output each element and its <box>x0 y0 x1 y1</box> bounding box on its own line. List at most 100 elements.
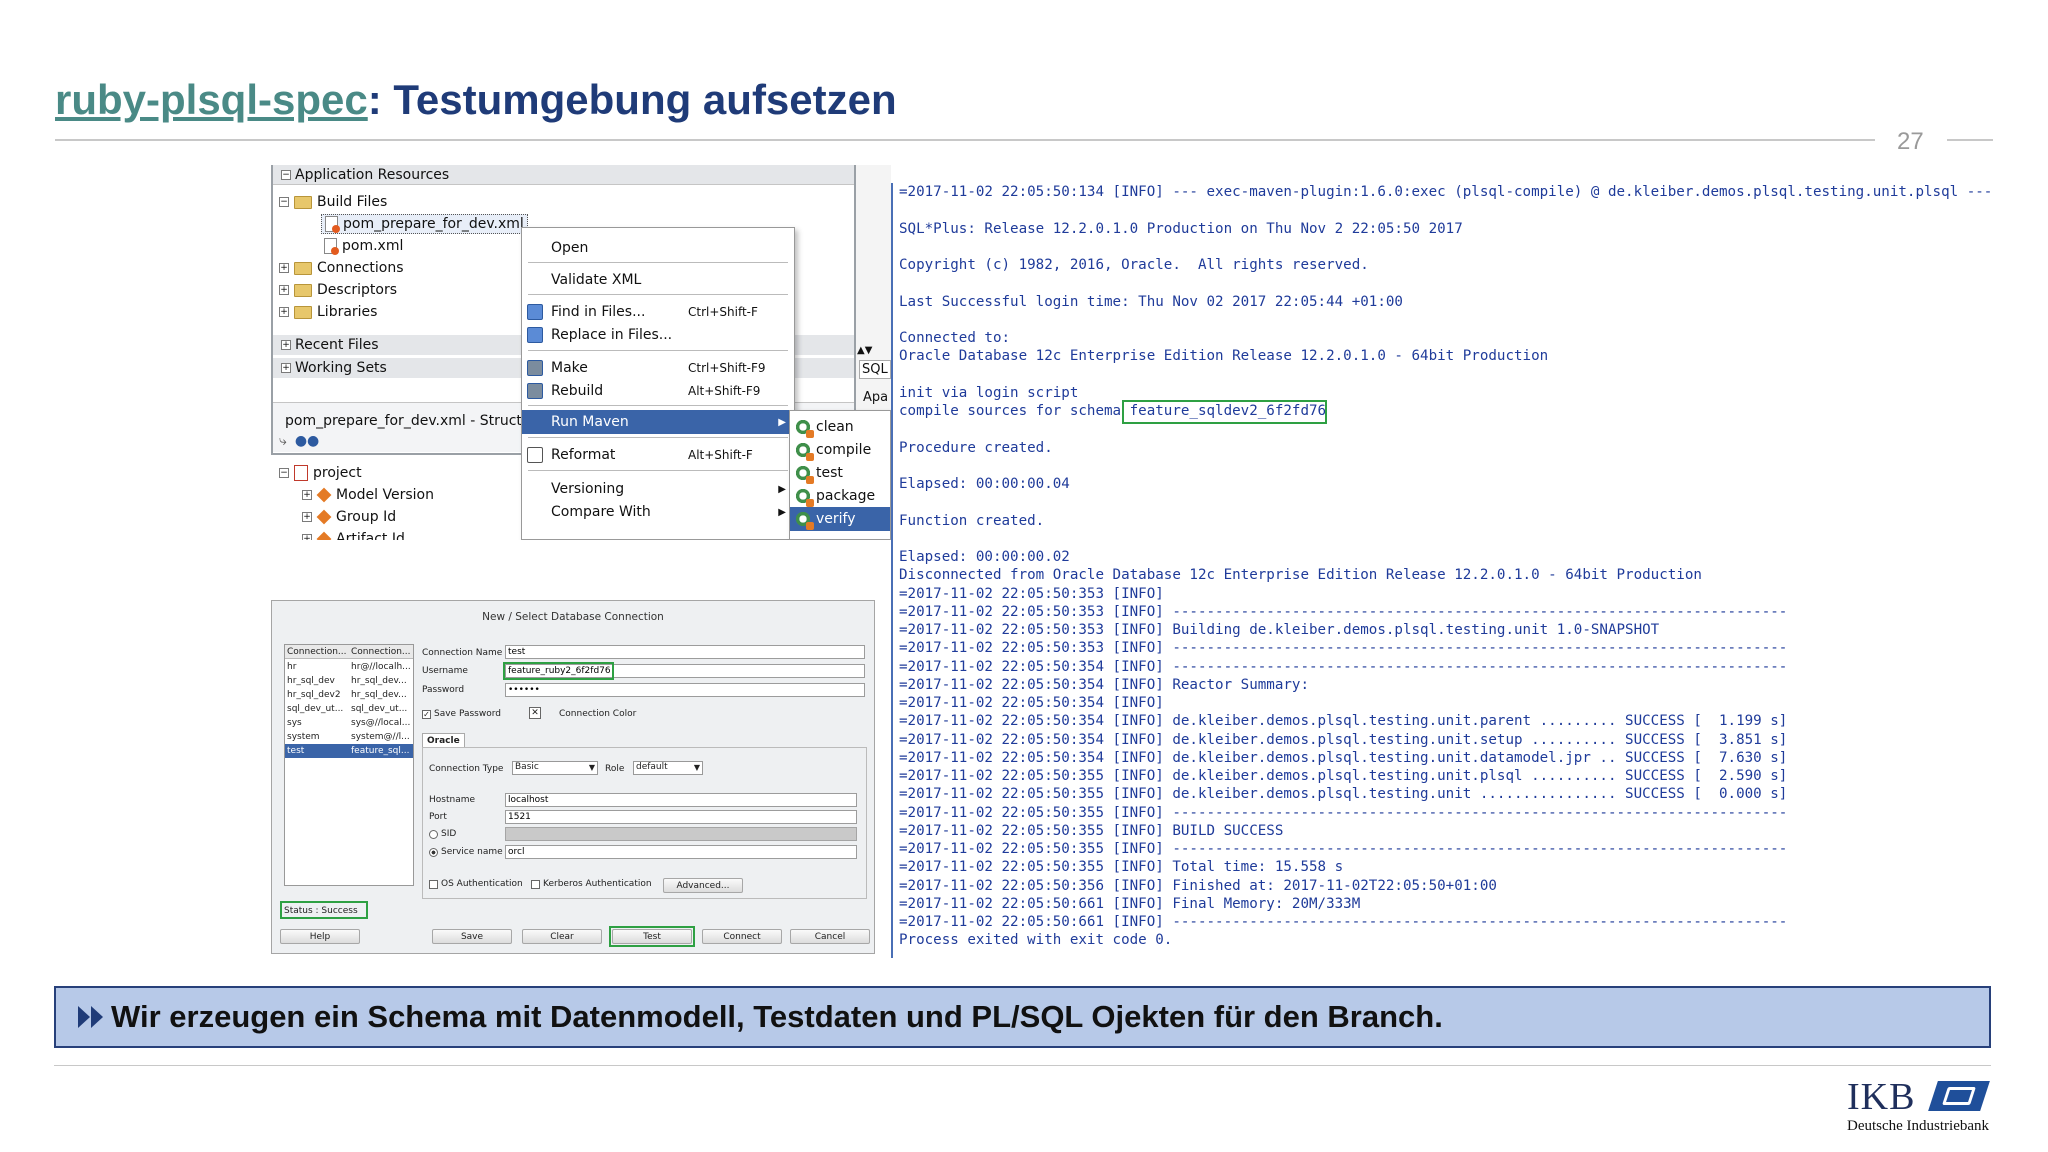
tree-artifact-id[interactable]: + Artifact Id <box>302 529 405 540</box>
menu-separator <box>528 405 788 406</box>
app-resources-header[interactable]: − Application Resources <box>273 165 860 185</box>
connection-row[interactable]: sys sys@//local... <box>285 716 413 730</box>
tree-build-files[interactable]: − Build Files <box>279 192 387 212</box>
expand-icon[interactable]: + <box>302 490 312 500</box>
menu-make[interactable]: Make Ctrl+Shift-F9 <box>522 356 794 380</box>
menu-validate-xml[interactable]: Validate XML <box>522 268 794 292</box>
menu-versioning[interactable]: Versioning ▶ <box>522 477 794 501</box>
menu-compare-with[interactable]: Compare With ▶ <box>522 500 794 524</box>
connection-string-cell: feature_sql... <box>351 746 410 756</box>
col-header-name[interactable]: Connection... <box>287 647 347 657</box>
expand-icon[interactable]: + <box>302 512 312 522</box>
console-line: Connected to: <box>899 330 1011 346</box>
side-scroll-arrows[interactable]: ▲▼ <box>857 345 872 356</box>
tab-oracle-label: Oracle <box>427 736 460 746</box>
console-line: =2017-11-02 22:05:50:353 [INFO] Building… <box>899 622 1660 638</box>
side-tab-apa[interactable]: Apa <box>863 390 888 405</box>
expand-icon[interactable]: + <box>279 307 289 317</box>
menu-versioning-label: Versioning <box>551 481 625 497</box>
menu-replace-label: Replace in Files... <box>551 327 673 343</box>
hostname-field[interactable] <box>505 793 857 807</box>
kerberos-checkbox[interactable]: Kerberos Authentication <box>531 879 652 889</box>
service-name-radio[interactable]: Service name <box>429 847 503 857</box>
expand-icon[interactable]: + <box>281 363 291 373</box>
submenu-arrow-icon: ▶ <box>778 483 786 495</box>
connection-list-header: Connection... Connection... <box>285 645 413 659</box>
menu-rebuild[interactable]: Rebuild Alt+Shift-F9 <box>522 379 794 403</box>
menu-separator <box>528 294 788 295</box>
app-resources-label: Application Resources <box>295 166 450 183</box>
color-picker-icon[interactable]: ✕ <box>529 707 541 719</box>
tab-oracle[interactable]: Oracle <box>422 733 465 748</box>
maven-test[interactable]: test <box>790 461 890 485</box>
connect-button[interactable]: Connect <box>702 929 782 944</box>
advanced-button[interactable]: Advanced... <box>663 878 743 893</box>
collapse-icon[interactable]: − <box>279 468 289 478</box>
connection-row[interactable]: sql_dev_ut... sql_dev_ut... <box>285 702 413 716</box>
role-select[interactable]: default ▼ <box>633 761 703 775</box>
expand-icon[interactable]: + <box>279 285 289 295</box>
conn-type-label: Connection Type <box>429 764 504 774</box>
service-name-field[interactable] <box>505 845 857 859</box>
menu-replace-in-files[interactable]: Replace in Files... <box>522 323 794 347</box>
tree-descriptors[interactable]: + Descriptors <box>279 280 397 300</box>
sid-radio[interactable]: SID <box>429 829 456 839</box>
collapse-icon[interactable]: − <box>281 169 291 180</box>
file-selected-label: pom_prepare_for_dev.xml <box>343 216 524 232</box>
os-auth-checkbox[interactable]: OS Authentication <box>429 879 523 889</box>
connection-row[interactable]: system system@//l... <box>285 730 413 744</box>
maven-clean-label: clean <box>816 419 854 435</box>
save-password-checkbox[interactable]: ✓ Save Password <box>422 709 501 719</box>
console-lines: =2017-11-02 22:05:50:134 [INFO] --- exec… <box>899 183 1992 958</box>
menu-open[interactable]: Open <box>522 236 794 260</box>
test-highlight-box <box>609 926 695 947</box>
password-field[interactable] <box>505 683 865 697</box>
maven-package[interactable]: package <box>790 484 890 508</box>
tree-libraries[interactable]: + Libraries <box>279 302 377 322</box>
conn-type-select[interactable]: Basic ▼ <box>512 761 598 775</box>
build-files-label: Build Files <box>317 194 388 210</box>
tree-project[interactable]: − project <box>279 463 362 483</box>
hierarchy-icon[interactable]: ⤷ <box>279 433 287 449</box>
console-line: =2017-11-02 22:05:50:356 [INFO] Finished… <box>899 877 1497 894</box>
connection-row[interactable]: test feature_sql... <box>285 744 413 758</box>
menu-run-maven-label: Run Maven <box>551 414 629 430</box>
tree-connections[interactable]: + Connections <box>279 258 404 278</box>
sid-label: SID <box>441 829 457 839</box>
summary-banner: Wir erzeugen ein Schema mit Datenmodell,… <box>54 986 1991 1048</box>
col-header-connection[interactable]: Connection... <box>351 647 411 657</box>
menu-reformat[interactable]: Reformat Alt+Shift-F <box>522 443 794 467</box>
maven-submenu: clean compile test package verify <box>789 410 891 540</box>
checkbox-checked-icon: ✓ <box>422 709 431 719</box>
connection-row[interactable]: hr_sql_dev hr_sql_dev... <box>285 674 413 688</box>
expand-icon[interactable]: + <box>281 340 291 350</box>
menu-find-in-files[interactable]: Find in Files... Ctrl+Shift-F <box>522 300 794 324</box>
tree-group-id[interactable]: + Group Id <box>302 507 396 527</box>
connection-row[interactable]: hr_sql_dev2 hr_sql_dev... <box>285 688 413 702</box>
structure-title: pom_prepare_for_dev.xml - Struct <box>285 413 522 429</box>
maven-clean[interactable]: clean <box>790 415 890 439</box>
tree-file-pom-prepare[interactable]: pom_prepare_for_dev.xml <box>321 214 528 234</box>
connection-row[interactable]: hr hr@//localh... <box>285 660 413 674</box>
maven-goal-icon <box>794 441 814 461</box>
cancel-button[interactable]: Cancel <box>790 929 870 944</box>
expand-icon[interactable]: + <box>279 263 289 273</box>
tree-file-pom[interactable]: pom.xml <box>324 236 403 256</box>
title-link[interactable]: ruby-plsql-spec <box>55 76 368 124</box>
save-button[interactable]: Save <box>432 929 512 944</box>
maven-verify[interactable]: verify <box>790 507 890 531</box>
connection-list[interactable]: Connection... Connection... hr hr@//local… <box>284 644 414 886</box>
menu-find-shortcut: Ctrl+Shift-F <box>688 305 758 319</box>
clear-button[interactable]: Clear <box>522 929 602 944</box>
side-tab-sql[interactable]: SQL <box>859 360 891 379</box>
menu-run-maven[interactable]: Run Maven ▶ <box>522 410 794 434</box>
bottom-rule <box>54 1065 1991 1066</box>
collapse-icon[interactable]: − <box>279 197 289 207</box>
maven-compile[interactable]: compile <box>790 438 890 462</box>
help-button[interactable]: Help <box>280 929 360 944</box>
tree-model-version[interactable]: + Model Version <box>302 485 434 505</box>
conn-name-field[interactable] <box>505 645 865 659</box>
port-field[interactable] <box>505 810 857 824</box>
expand-icon[interactable]: + <box>302 534 312 540</box>
binoculars-icon[interactable]: ●● <box>295 433 319 449</box>
